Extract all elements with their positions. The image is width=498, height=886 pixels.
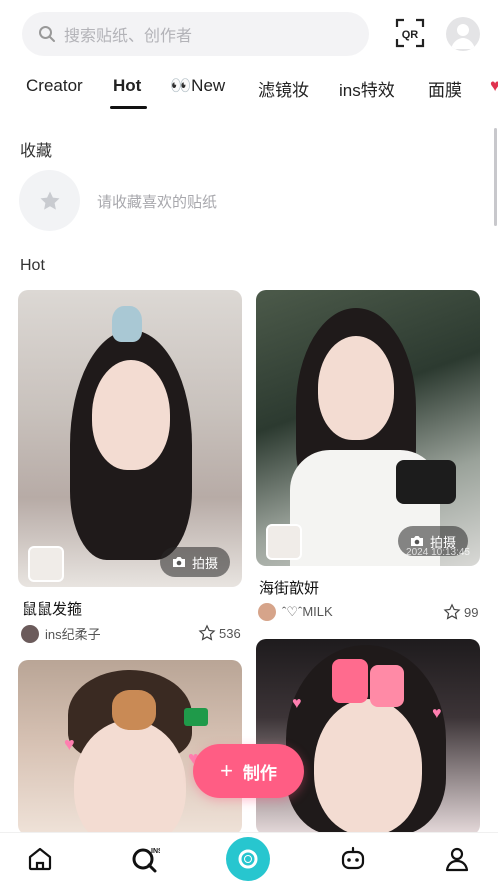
sticker-card-image[interactable]: ♥ ♥ <box>256 639 480 835</box>
camera-icon <box>410 536 423 546</box>
favorites-heading: 收藏 <box>20 143 53 160</box>
author-avatar <box>21 624 39 643</box>
heart-sticker-icon: ♥ <box>64 734 75 754</box>
card-title[interactable]: 鼠鼠发箍 <box>22 598 82 619</box>
top-bar: 搜索贴纸、创作者 QR <box>0 0 498 66</box>
create-button-label: 制作 <box>242 763 277 783</box>
phone-sticker <box>370 665 404 707</box>
sticker-card-image[interactable]: 拍摄 2024 10:13:45 <box>256 290 480 566</box>
card-title[interactable]: 海街歆妍 <box>259 577 319 598</box>
heart-sticker-icon: ♥ <box>292 695 302 712</box>
avatar-placeholder-icon <box>451 24 475 49</box>
bottom-nav: INS <box>0 832 498 886</box>
tab-new[interactable]: 👀New <box>170 76 225 96</box>
nav-camera[interactable] <box>226 837 270 881</box>
star-outline-icon <box>443 603 461 620</box>
qr-scan-icon[interactable]: QR <box>395 18 425 48</box>
nav-ai[interactable] <box>337 843 369 875</box>
scrollbar[interactable] <box>494 128 497 226</box>
sticker-thumbnail <box>28 546 64 582</box>
tab-ins-effects[interactable]: ins特效 <box>339 76 395 101</box>
sticker-card-image[interactable]: 拍摄 <box>18 290 242 587</box>
author-name: ˆ♡ˆMILK <box>282 604 333 619</box>
like-count-value: 536 <box>219 625 241 641</box>
favorites-empty-slot <box>19 170 80 231</box>
like-count-value: 99 <box>464 604 479 620</box>
camera-icon <box>172 557 185 567</box>
tab-hot[interactable]: Hot <box>113 76 141 96</box>
profile-icon <box>445 847 469 872</box>
active-tab-indicator <box>110 106 147 109</box>
search-icon <box>39 26 55 42</box>
card-author[interactable]: ˆ♡ˆMILK <box>258 603 333 621</box>
nav-ins-search[interactable]: INS <box>129 843 161 875</box>
star-outline-icon <box>198 624 216 641</box>
camera-icon <box>238 849 258 869</box>
category-tabs: Creator Hot 👀New 滤镜妆 ins特效 面膜 ♥ <box>0 66 498 112</box>
tab-filter-makeup[interactable]: 滤镜妆 <box>258 76 309 101</box>
plus-icon: + <box>220 758 233 783</box>
author-name: ins纪柔子 <box>45 627 101 642</box>
search-placeholder: 搜索贴纸、创作者 <box>64 28 193 45</box>
hot-heading: Hot <box>20 257 45 274</box>
home-icon <box>28 847 52 871</box>
shoot-label: 拍摄 <box>191 555 218 571</box>
phone-sticker <box>332 659 368 703</box>
favorites-empty-hint: 请收藏喜欢的贴纸 <box>97 194 218 211</box>
camcorder-prop <box>396 460 456 504</box>
exit-sign <box>184 708 208 726</box>
nav-home[interactable] <box>24 843 56 875</box>
tab-creator[interactable]: Creator <box>26 76 83 96</box>
qr-label: QR <box>402 29 419 41</box>
author-avatar <box>258 603 276 621</box>
shoot-button[interactable]: 拍摄 <box>159 547 230 577</box>
card-author[interactable]: ins纪柔子 <box>21 624 101 643</box>
nav-profile[interactable] <box>441 843 473 875</box>
star-icon <box>40 191 59 210</box>
robot-icon <box>341 846 365 870</box>
mouse-headband-sticker <box>112 306 142 342</box>
heart-sticker-icon: ♥ <box>432 705 442 722</box>
svg-text:INS: INS <box>151 848 160 855</box>
like-count[interactable]: 99 <box>443 603 478 621</box>
photo-timestamp: 2024 10:13:45 <box>406 547 470 558</box>
bear-sticker <box>112 690 156 730</box>
ins-search-icon: INS <box>132 848 160 873</box>
tab-face-mask[interactable]: 面膜 <box>428 76 462 101</box>
create-button[interactable]: + 制作 <box>193 744 304 798</box>
like-count[interactable]: 536 <box>198 624 241 642</box>
user-avatar[interactable] <box>446 17 480 51</box>
heart-icon[interactable]: ♥ <box>490 76 498 96</box>
sticker-thumbnail <box>266 524 302 560</box>
search-input[interactable]: 搜索贴纸、创作者 <box>22 12 369 56</box>
